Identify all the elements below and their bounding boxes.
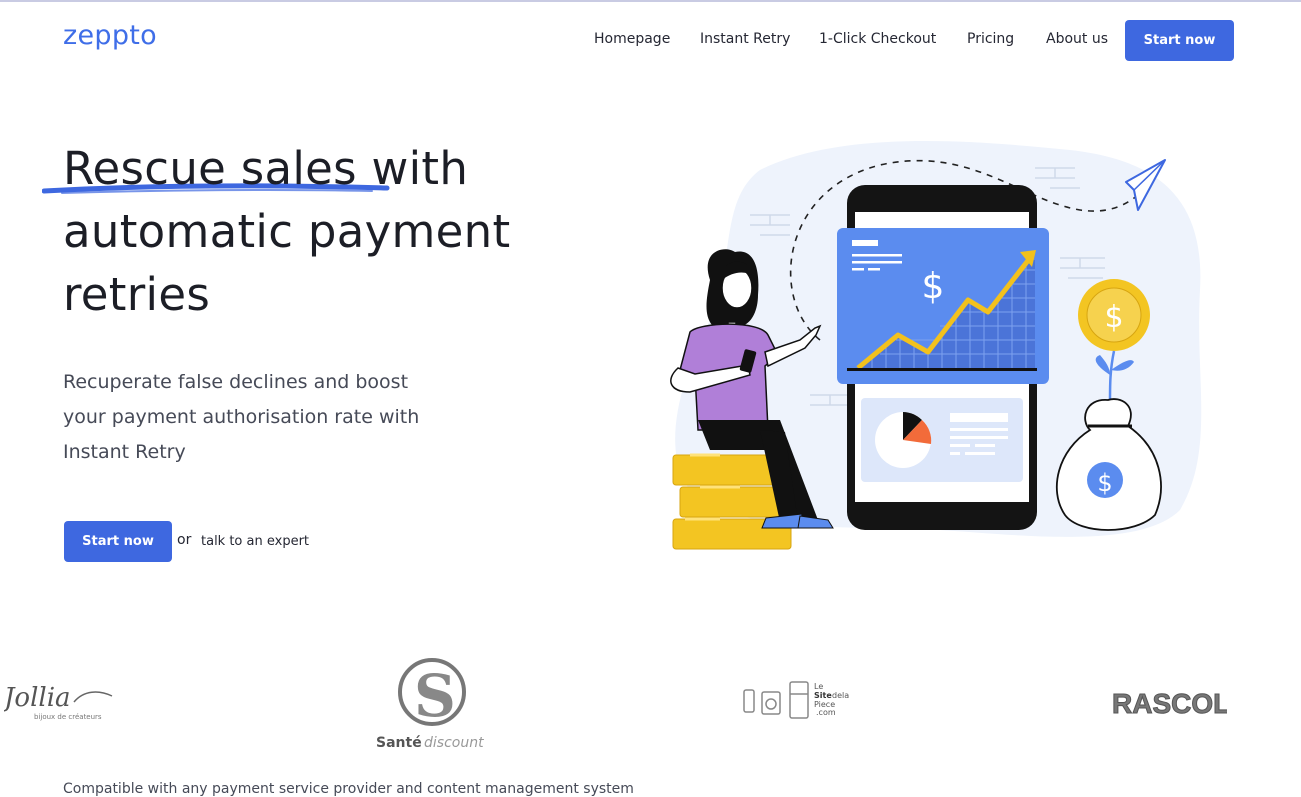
- partner-logo-sante-discount: S Santé discount: [372, 654, 492, 759]
- partner-name: Santé: [376, 735, 422, 751]
- hero-title-line: automatic payment: [63, 205, 511, 258]
- dollar-icon: $: [1097, 469, 1112, 497]
- nav-pricing[interactable]: Pricing: [967, 31, 1014, 47]
- partner-name-part: .com: [816, 708, 836, 717]
- talk-to-expert-link[interactable]: talk to an expert: [201, 534, 309, 549]
- hero-start-now-button[interactable]: Start now: [64, 521, 172, 562]
- partner-name-part: Le: [814, 682, 823, 691]
- partner-name-part: dela: [832, 691, 849, 700]
- partner-name: Jollia: [4, 683, 71, 713]
- nav-about-us[interactable]: About us: [1046, 31, 1108, 47]
- partner-name-suffix: discount: [424, 735, 484, 751]
- payment-growth-illustration: $ $ $: [670, 141, 1202, 550]
- dollar-icon: $: [1104, 300, 1123, 335]
- partner-name-part: Site: [814, 691, 832, 700]
- partner-logo-rascol: RASCOL: [1112, 686, 1231, 725]
- partner-tagline: bijoux de créateurs: [34, 713, 102, 721]
- svg-text:S: S: [414, 662, 456, 730]
- hero-title: Rescue sales with automatic payment retr…: [63, 137, 583, 326]
- top-border: [0, 0, 1301, 2]
- partner-logo-le-site-de-la-piece: Le Site dela Piece .com: [742, 678, 858, 733]
- hero-subtitle: Recuperate false declines and boost your…: [63, 371, 420, 463]
- hero-title-line: Rescue sales with: [63, 142, 469, 195]
- nav-one-click-checkout[interactable]: 1-Click Checkout: [819, 31, 936, 47]
- nav-homepage[interactable]: Homepage: [594, 31, 670, 47]
- partner-logo-jollia: Jollia bijoux de créateurs: [0, 676, 116, 729]
- nav-instant-retry[interactable]: Instant Retry: [700, 31, 790, 47]
- nav-start-now-button[interactable]: Start now: [1125, 20, 1234, 61]
- hero-title-line: retries: [63, 268, 211, 321]
- brand-logo[interactable]: zeppto: [63, 20, 157, 51]
- partner-name: RASCOL: [1112, 688, 1227, 719]
- or-text: or: [177, 532, 192, 548]
- compatibility-note: Compatible with any payment service prov…: [63, 781, 634, 797]
- dollar-icon: $: [922, 266, 945, 307]
